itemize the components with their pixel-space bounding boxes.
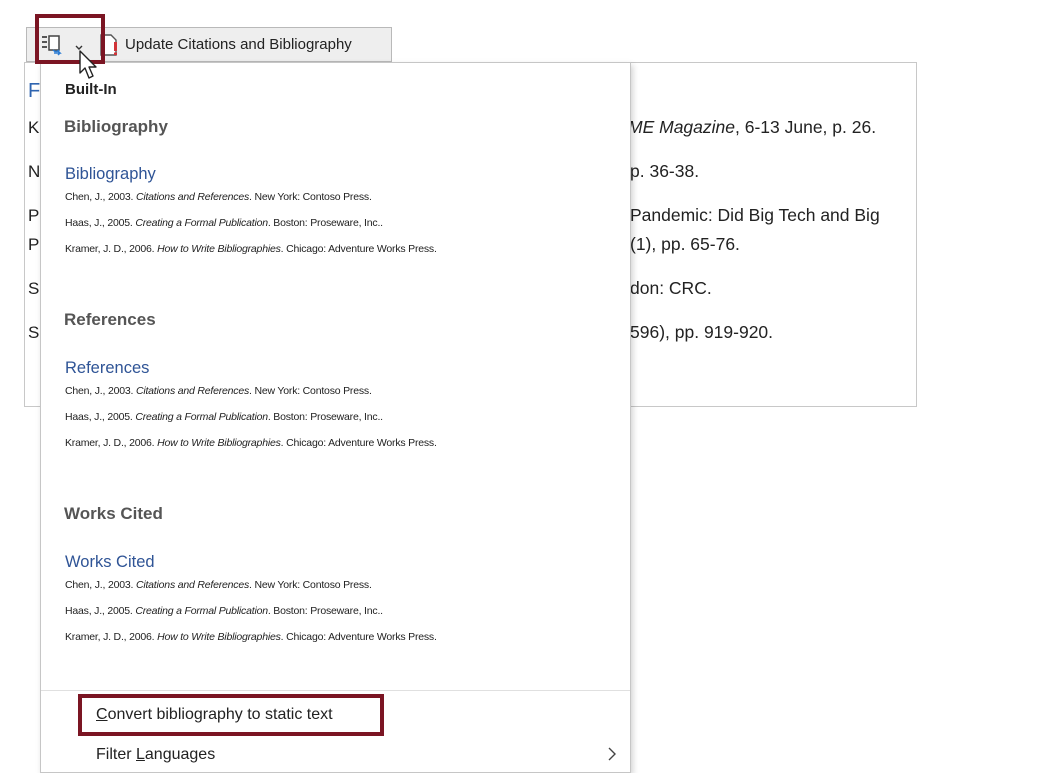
doc-heading-char: F — [28, 80, 41, 102]
group-header-works-cited: Works Cited — [64, 504, 163, 523]
doc-entry-char: P — [28, 206, 40, 225]
sample-entry: Chen, J., 2003. Citations and References… — [65, 385, 372, 397]
doc-line: ME Magazine, 6-13 June, p. 26. — [628, 117, 877, 137]
highlight-box-convert — [78, 694, 384, 736]
mouse-pointer-icon — [79, 50, 97, 79]
gallery-item-title: References — [65, 359, 150, 377]
filter-languages-item[interactable]: Filter Languages — [96, 746, 215, 764]
doc-entry-char: S — [28, 279, 40, 298]
sample-entry: Kramer, J. D., 2006. How to Write Biblio… — [65, 437, 437, 449]
sample-entry: Kramer, J. D., 2006. How to Write Biblio… — [65, 631, 437, 643]
doc-line: Pandemic: Did Big Tech and Big — [630, 205, 880, 225]
doc-entry-char: P — [28, 235, 40, 254]
sample-entry: Kramer, J. D., 2006. How to Write Biblio… — [65, 243, 437, 255]
doc-line: (1), pp. 65-76. — [630, 234, 740, 254]
gallery-item-title: Works Cited — [65, 553, 155, 571]
doc-entry-char: K — [28, 118, 40, 137]
doc-line: p. 36-38. — [630, 161, 700, 181]
doc-entry-char: N — [28, 162, 41, 181]
sample-entry: Haas, J., 2005. Creating a Formal Public… — [65, 217, 383, 229]
bibliography-dropdown-menu: Built-In Bibliography Bibliography Chen,… — [40, 62, 631, 773]
gallery-item-title: Bibliography — [65, 165, 156, 183]
doc-line: don: CRC. — [630, 278, 712, 298]
gallery-item-works-cited[interactable]: Works Cited Chen, J., 2003. Citations an… — [65, 553, 605, 655]
doc-line: 596), pp. 919-920. — [630, 322, 774, 342]
chevron-right-icon — [608, 747, 616, 761]
doc-entry-char: S — [28, 323, 40, 342]
sample-entry: Haas, J., 2005. Creating a Formal Public… — [65, 605, 383, 617]
update-citations-label: Update Citations and Bibliography — [125, 36, 352, 53]
gallery-item-bibliography[interactable]: Bibliography Chen, J., 2003. Citations a… — [65, 165, 605, 267]
group-header-references: References — [64, 310, 156, 329]
sample-entry: Haas, J., 2005. Creating a Formal Public… — [65, 411, 383, 423]
sample-entry: Chen, J., 2003. Citations and References… — [65, 579, 372, 591]
gallery-item-references[interactable]: References Chen, J., 2003. Citations and… — [65, 359, 605, 461]
group-header-bibliography: Bibliography — [64, 117, 168, 136]
update-citations-button[interactable]: Update Citations and Bibliography — [97, 28, 391, 61]
menu-section-heading: Built-In — [65, 81, 117, 98]
menu-divider — [41, 690, 630, 691]
sample-entry: Chen, J., 2003. Citations and References… — [65, 191, 372, 203]
